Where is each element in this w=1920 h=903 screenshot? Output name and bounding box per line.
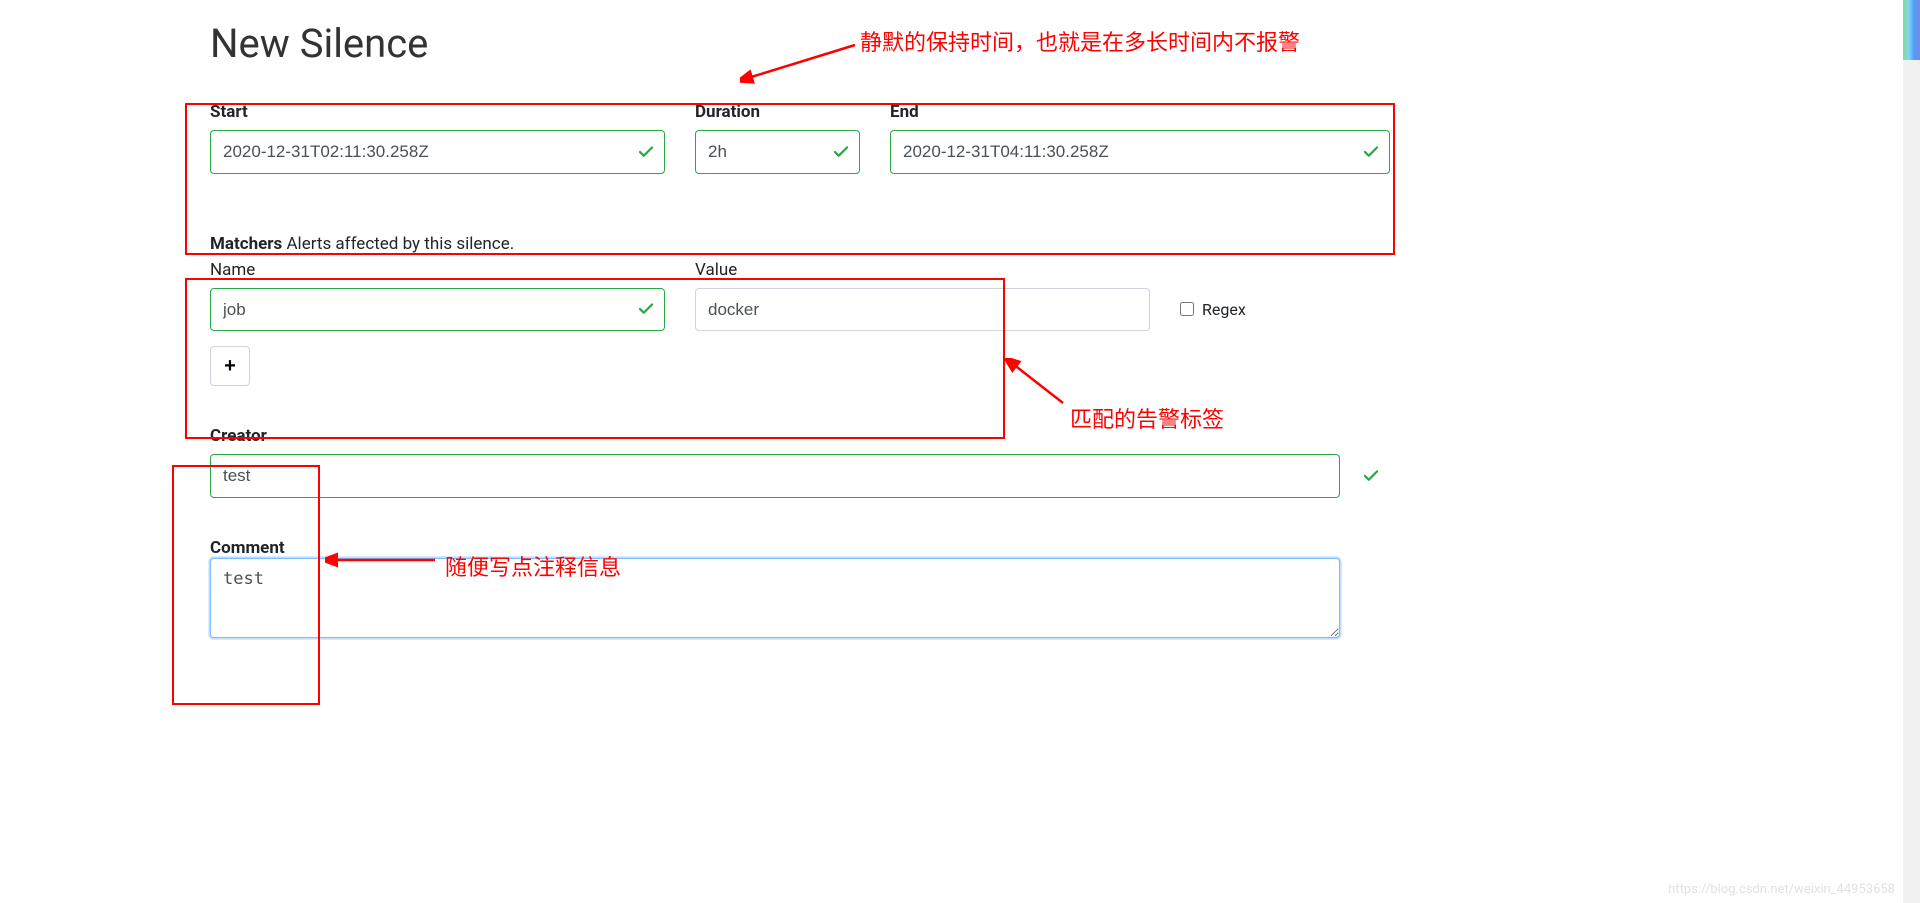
start-label: Start bbox=[210, 102, 665, 122]
matcher-value-input[interactable] bbox=[695, 288, 1150, 332]
page-title: New Silence bbox=[210, 20, 1390, 67]
creator-block: Creator bbox=[210, 426, 1390, 498]
scrollbar-track[interactable] bbox=[1903, 0, 1920, 903]
matchers-heading-text: Alerts affected by this silence. bbox=[282, 234, 514, 254]
watermark: https://blog.csdn.net/weixin_44953658 bbox=[1668, 882, 1895, 897]
comment-block: Comment bbox=[210, 538, 1390, 642]
add-matcher-button[interactable]: + bbox=[210, 346, 250, 386]
check-icon bbox=[1362, 467, 1380, 485]
creator-label: Creator bbox=[210, 426, 1390, 446]
scrollbar-thumb[interactable] bbox=[1903, 0, 1920, 60]
matcher-name-field: Name bbox=[210, 260, 665, 332]
duration-field: Duration bbox=[695, 102, 860, 174]
start-field: Start bbox=[210, 102, 665, 174]
time-row: Start Duration End bbox=[210, 102, 1390, 174]
matchers-heading-bold: Matchers bbox=[210, 234, 282, 254]
regex-checkbox[interactable] bbox=[1180, 302, 1194, 316]
matcher-name-input[interactable] bbox=[210, 288, 665, 332]
matcher-value-field: Value bbox=[695, 260, 1150, 332]
duration-label: Duration bbox=[695, 102, 860, 122]
matcher-value-label: Value bbox=[695, 260, 1150, 280]
start-input[interactable] bbox=[210, 130, 665, 174]
end-label: End bbox=[890, 102, 1390, 122]
matcher-name-label: Name bbox=[210, 260, 665, 280]
matcher-row: Name Value Regex bbox=[210, 260, 1390, 332]
regex-label: Regex bbox=[1202, 300, 1246, 319]
matcher-regex: Regex bbox=[1180, 300, 1300, 319]
comment-textarea[interactable] bbox=[210, 558, 1340, 638]
comment-label: Comment bbox=[210, 538, 285, 558]
end-input[interactable] bbox=[890, 130, 1390, 174]
matchers-heading: Matchers Alerts affected by this silence… bbox=[210, 234, 1390, 254]
duration-input[interactable] bbox=[695, 130, 860, 174]
end-field: End bbox=[890, 102, 1390, 174]
creator-input[interactable] bbox=[210, 454, 1340, 498]
